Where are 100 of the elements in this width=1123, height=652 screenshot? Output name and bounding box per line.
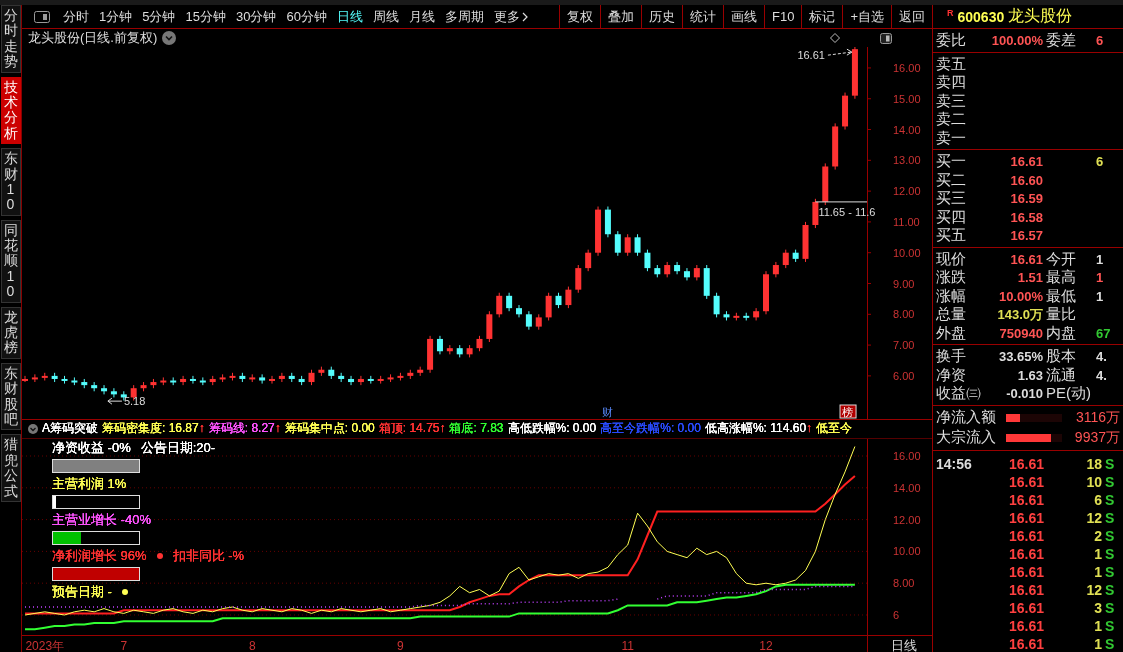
candlestick <box>466 344 473 358</box>
quote-value: -0.010 <box>1005 386 1044 401</box>
candlestick <box>693 264 700 281</box>
order-label: 买一 <box>936 152 967 171</box>
candlestick <box>782 249 789 269</box>
quote-value: 10.00% <box>997 288 1044 304</box>
side-tab[interactable]: 同花顺10 <box>0 219 21 303</box>
order-label: 买四 <box>936 207 967 227</box>
candlestick <box>585 249 592 272</box>
axis-tick-label: 15.00 <box>893 92 921 105</box>
indicator-readout: 箱顶: 14.75 <box>378 421 440 436</box>
period-tab[interactable]: 60分钟 <box>281 7 332 26</box>
side-tab[interactable]: 技术分析 <box>0 76 21 145</box>
fundamental-label: 主营业增长 -40% <box>52 511 151 529</box>
candlestick <box>407 369 414 380</box>
tick-price: 16.61 <box>1007 491 1044 508</box>
quote-value: 750940 <box>998 325 1044 341</box>
pointer-arrow <box>107 397 123 405</box>
candlestick <box>575 264 582 294</box>
tick-price: 16.61 <box>1007 599 1044 616</box>
tick-volume: 1 <box>1093 545 1102 562</box>
quote-value: 16.61 <box>1009 251 1044 267</box>
order-price: 16.60 <box>1009 172 1044 188</box>
period-tab[interactable]: 分时 <box>58 7 94 26</box>
candlestick <box>160 376 167 386</box>
candlestick <box>199 376 206 386</box>
panel-toggle-icon[interactable] <box>34 10 50 23</box>
candlestick <box>674 261 681 275</box>
quote-label: 换手 <box>936 347 967 366</box>
tick-volume: 6 <box>1093 491 1102 508</box>
axis-tick-label: 10.00 <box>893 545 921 558</box>
side-tab[interactable]: 东财股吧 <box>0 362 21 431</box>
indicator-name: A筹码突破 <box>42 420 98 438</box>
candlestick <box>110 387 117 398</box>
axis-date-label: 9 <box>397 638 404 652</box>
rise-arrow: ↑ <box>439 421 446 436</box>
candlestick <box>713 292 720 318</box>
side-tab[interactable]: 东财10 <box>0 148 21 216</box>
order-price: 16.61 <box>1009 154 1044 169</box>
candlestick <box>842 92 849 131</box>
flow-label: 大宗流入 <box>936 428 997 447</box>
axis-tick-label: 8.00 <box>893 577 915 590</box>
period-tab[interactable]: 日线 <box>331 7 368 26</box>
side-tab[interactable]: 猎兜公式 <box>0 434 21 502</box>
candlestick <box>189 375 196 385</box>
candlestick <box>763 270 769 315</box>
tick-price: 16.61 <box>1007 617 1044 634</box>
quote-label: 股本 <box>1046 347 1077 366</box>
axis-tick-label: 13.00 <box>893 154 921 167</box>
tick-side: S <box>1104 599 1116 616</box>
period-tab[interactable]: 多周期 <box>439 7 489 26</box>
quote-label: 净资 <box>936 365 967 385</box>
quote-label: 委差 <box>1046 31 1077 50</box>
period-tab[interactable]: 5分钟 <box>137 7 181 26</box>
quote-value: 1.51 <box>1016 270 1044 285</box>
candlestick <box>525 310 532 331</box>
period-tab[interactable]: 30分钟 <box>230 7 282 26</box>
candlestick <box>753 307 760 321</box>
candlestick <box>140 381 147 392</box>
candlestick <box>298 375 305 386</box>
quote-value: 33.65% <box>997 349 1044 364</box>
candlestick <box>634 233 641 257</box>
order-label: 卖一 <box>936 128 967 148</box>
quote-label: 现价 <box>936 249 967 269</box>
order-label: 卖五 <box>936 54 967 74</box>
axis-tick-label: 12.00 <box>893 185 921 198</box>
period-tab[interactable]: 15分钟 <box>180 7 231 26</box>
rise-arrow: ↑ <box>198 421 205 436</box>
collapse-icon <box>28 423 38 434</box>
more-button[interactable]: 更多 <box>488 7 533 26</box>
quote-value: 67 <box>1095 325 1112 341</box>
period-tab[interactable]: 月线 <box>403 7 440 26</box>
candlestick <box>81 378 88 389</box>
axis-tick-label: 8.00 <box>893 308 915 321</box>
tick-side: S <box>1104 455 1116 472</box>
axis-date-label: 12 <box>759 638 773 652</box>
panel-toggle-icon[interactable] <box>880 32 892 44</box>
event-marker: 财 <box>601 406 613 418</box>
tick-price: 16.61 <box>1007 473 1044 490</box>
quote-value: 1 <box>1095 251 1105 267</box>
order-price: 16.58 <box>1009 209 1044 225</box>
candlestick <box>654 264 661 278</box>
candlestick <box>792 249 799 263</box>
fundamental-label: 净利润增长 96% <box>52 547 147 565</box>
candlestick <box>683 267 690 281</box>
side-tab[interactable]: 分时走势 <box>0 5 21 73</box>
candlestick <box>229 372 236 381</box>
period-tab[interactable]: 周线 <box>367 7 404 26</box>
quote-value: 4. <box>1095 349 1108 364</box>
candlestick <box>318 366 325 377</box>
tick-price: 16.61 <box>1007 455 1044 472</box>
candlestick <box>377 375 384 385</box>
quote-label: PE(动) <box>1046 384 1090 403</box>
axis-tick-label: 14.00 <box>893 123 921 136</box>
period-tab[interactable]: 1分钟 <box>94 7 138 26</box>
side-tab[interactable]: 龙虎榜 <box>0 306 21 359</box>
candlestick <box>644 249 651 272</box>
fundamental-note: 公告日期:20- <box>140 439 216 457</box>
candlestick <box>219 373 226 383</box>
candlestick <box>703 264 710 300</box>
